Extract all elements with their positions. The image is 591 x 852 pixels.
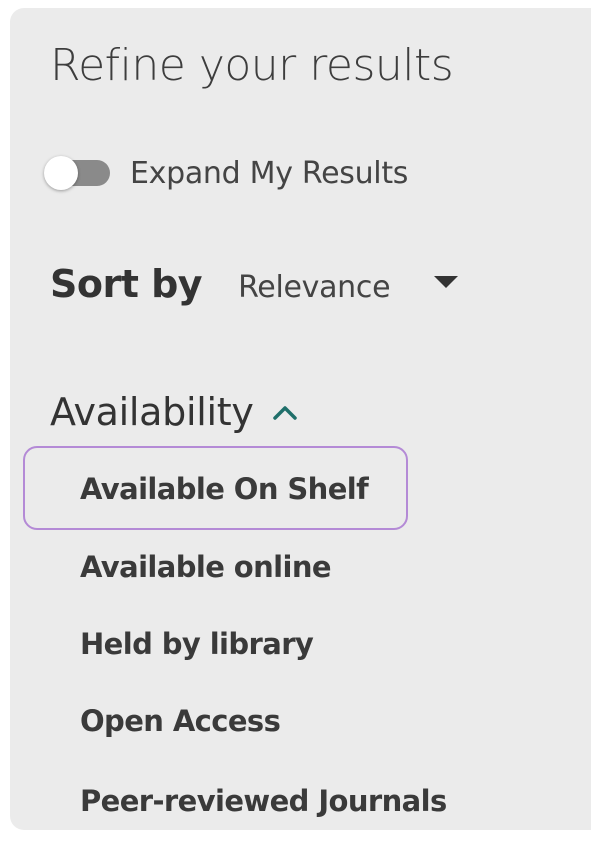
expand-results-toggle[interactable] (44, 150, 110, 196)
expand-results-label[interactable]: Expand My Results (130, 156, 408, 191)
facet-item-open-access[interactable]: Open Access (80, 704, 281, 738)
sort-selected-value: Relevance (238, 270, 391, 305)
sort-row: Sort by Relevance (50, 262, 459, 306)
sort-label: Sort by (50, 262, 203, 306)
sort-select[interactable]: Relevance (238, 270, 459, 305)
caret-down-icon (434, 275, 459, 288)
facet-item-available-online[interactable]: Available online (80, 550, 332, 584)
chevron-up-icon[interactable] (270, 397, 300, 427)
expand-results-row: Expand My Results (44, 150, 408, 196)
facet-item-held-by-library[interactable]: Held by library (80, 627, 314, 661)
toggle-thumb (44, 156, 78, 190)
availability-facet-header[interactable]: Availability (50, 390, 300, 434)
panel-title: Refine your results (50, 40, 454, 91)
facet-item-peer-reviewed-journals[interactable]: Peer-reviewed Journals (80, 784, 447, 818)
availability-facet-title: Availability (50, 390, 254, 434)
facet-item-available-on-shelf[interactable]: Available On Shelf (80, 472, 369, 506)
